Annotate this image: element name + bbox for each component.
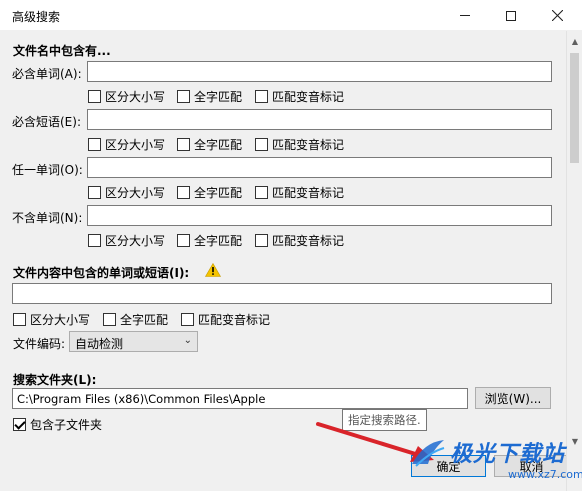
checkbox-label: 区分大小写: [105, 138, 166, 152]
must-phrase-label: 必含短语(E):: [12, 115, 81, 129]
any-words-diacritics-checkbox[interactable]: 匹配变音标记: [255, 184, 344, 201]
checkbox-label: 全字匹配: [120, 313, 169, 327]
encoding-value: 自动检测: [75, 337, 124, 351]
checkbox-label: 区分大小写: [30, 313, 91, 327]
scroll-up-icon[interactable]: ▲: [567, 33, 582, 49]
must-phrase-diacritics-checkbox[interactable]: 匹配变音标记: [255, 136, 344, 153]
checkbox-label: 全字匹配: [194, 138, 243, 152]
maximize-icon[interactable]: [488, 0, 534, 31]
must-phrase-case-checkbox[interactable]: 区分大小写: [88, 136, 165, 153]
filename-section-heading: 文件名中包含有...: [13, 44, 111, 58]
exclude-words-label: 不含单词(N):: [12, 211, 83, 225]
must-phrase-input[interactable]: [87, 109, 552, 130]
warning-icon: [205, 263, 221, 277]
annotation-arrow-icon: [316, 422, 434, 462]
dialog-content: 文件名中包含有... 必含单词(A): 区分大小写 全字匹配 匹配变音标记 必含…: [0, 31, 569, 491]
include-subfolders-checkbox[interactable]: 包含子文件夹: [13, 416, 102, 433]
encoding-label: 文件编码:: [13, 337, 66, 351]
must-words-diacritics-checkbox[interactable]: 匹配变音标记: [255, 88, 344, 105]
content-wholeword-checkbox[interactable]: 全字匹配: [103, 311, 168, 328]
checkbox-label: 全字匹配: [194, 234, 243, 248]
vertical-scrollbar[interactable]: ▲ ▼: [566, 31, 582, 491]
checkbox-label: 匹配变音标记: [272, 186, 345, 200]
encoding-select[interactable]: 自动检测 ⌄: [69, 331, 198, 352]
folder-path-value: C:\Program Files (x86)\Common Files\Appl…: [17, 392, 266, 406]
any-words-input[interactable]: [87, 157, 552, 178]
any-words-case-checkbox[interactable]: 区分大小写: [88, 184, 165, 201]
checkbox-label: 匹配变音标记: [272, 90, 345, 104]
exclude-words-case-checkbox[interactable]: 区分大小写: [88, 232, 165, 249]
must-words-label: 必含单词(A):: [12, 67, 82, 81]
checkbox-label: 全字匹配: [194, 186, 243, 200]
folder-path-input[interactable]: C:\Program Files (x86)\Common Files\Appl…: [12, 388, 468, 409]
folder-section-heading: 搜索文件夹(L):: [13, 373, 97, 387]
exclude-words-wholeword-checkbox[interactable]: 全字匹配: [177, 232, 242, 249]
must-words-input[interactable]: [87, 61, 552, 82]
cancel-button[interactable]: 取消: [494, 455, 569, 477]
any-words-label: 任一单词(O):: [12, 163, 83, 177]
exclude-words-input[interactable]: [87, 205, 552, 226]
checkbox-label: 匹配变音标记: [198, 313, 271, 327]
content-text-input[interactable]: [12, 283, 552, 304]
include-subfolders-label: 包含子文件夹: [30, 418, 103, 432]
checkbox-label: 区分大小写: [105, 234, 166, 248]
scrollbar-thumb[interactable]: [570, 53, 579, 163]
title-bar[interactable]: 高级搜索: [0, 0, 582, 31]
checkbox-label: 全字匹配: [194, 90, 243, 104]
chevron-down-icon: ⌄: [183, 335, 192, 346]
content-case-checkbox[interactable]: 区分大小写: [13, 311, 90, 328]
window-title: 高级搜索: [12, 10, 61, 24]
minimize-icon[interactable]: [442, 0, 488, 31]
must-phrase-wholeword-checkbox[interactable]: 全字匹配: [177, 136, 242, 153]
content-section-heading: 文件内容中包含的单词或短语(I):: [13, 266, 190, 280]
checkbox-label: 区分大小写: [105, 90, 166, 104]
checkbox-label: 匹配变音标记: [272, 234, 345, 248]
close-icon[interactable]: [534, 0, 580, 31]
content-diacritics-checkbox[interactable]: 匹配变音标记: [181, 311, 270, 328]
any-words-wholeword-checkbox[interactable]: 全字匹配: [177, 184, 242, 201]
must-words-wholeword-checkbox[interactable]: 全字匹配: [177, 88, 242, 105]
browse-button[interactable]: 浏览(W)...: [475, 387, 551, 409]
checkbox-label: 区分大小写: [105, 186, 166, 200]
scroll-down-icon[interactable]: ▼: [567, 433, 582, 449]
exclude-words-diacritics-checkbox[interactable]: 匹配变音标记: [255, 232, 344, 249]
must-words-case-checkbox[interactable]: 区分大小写: [88, 88, 165, 105]
checkbox-label: 匹配变音标记: [272, 138, 345, 152]
